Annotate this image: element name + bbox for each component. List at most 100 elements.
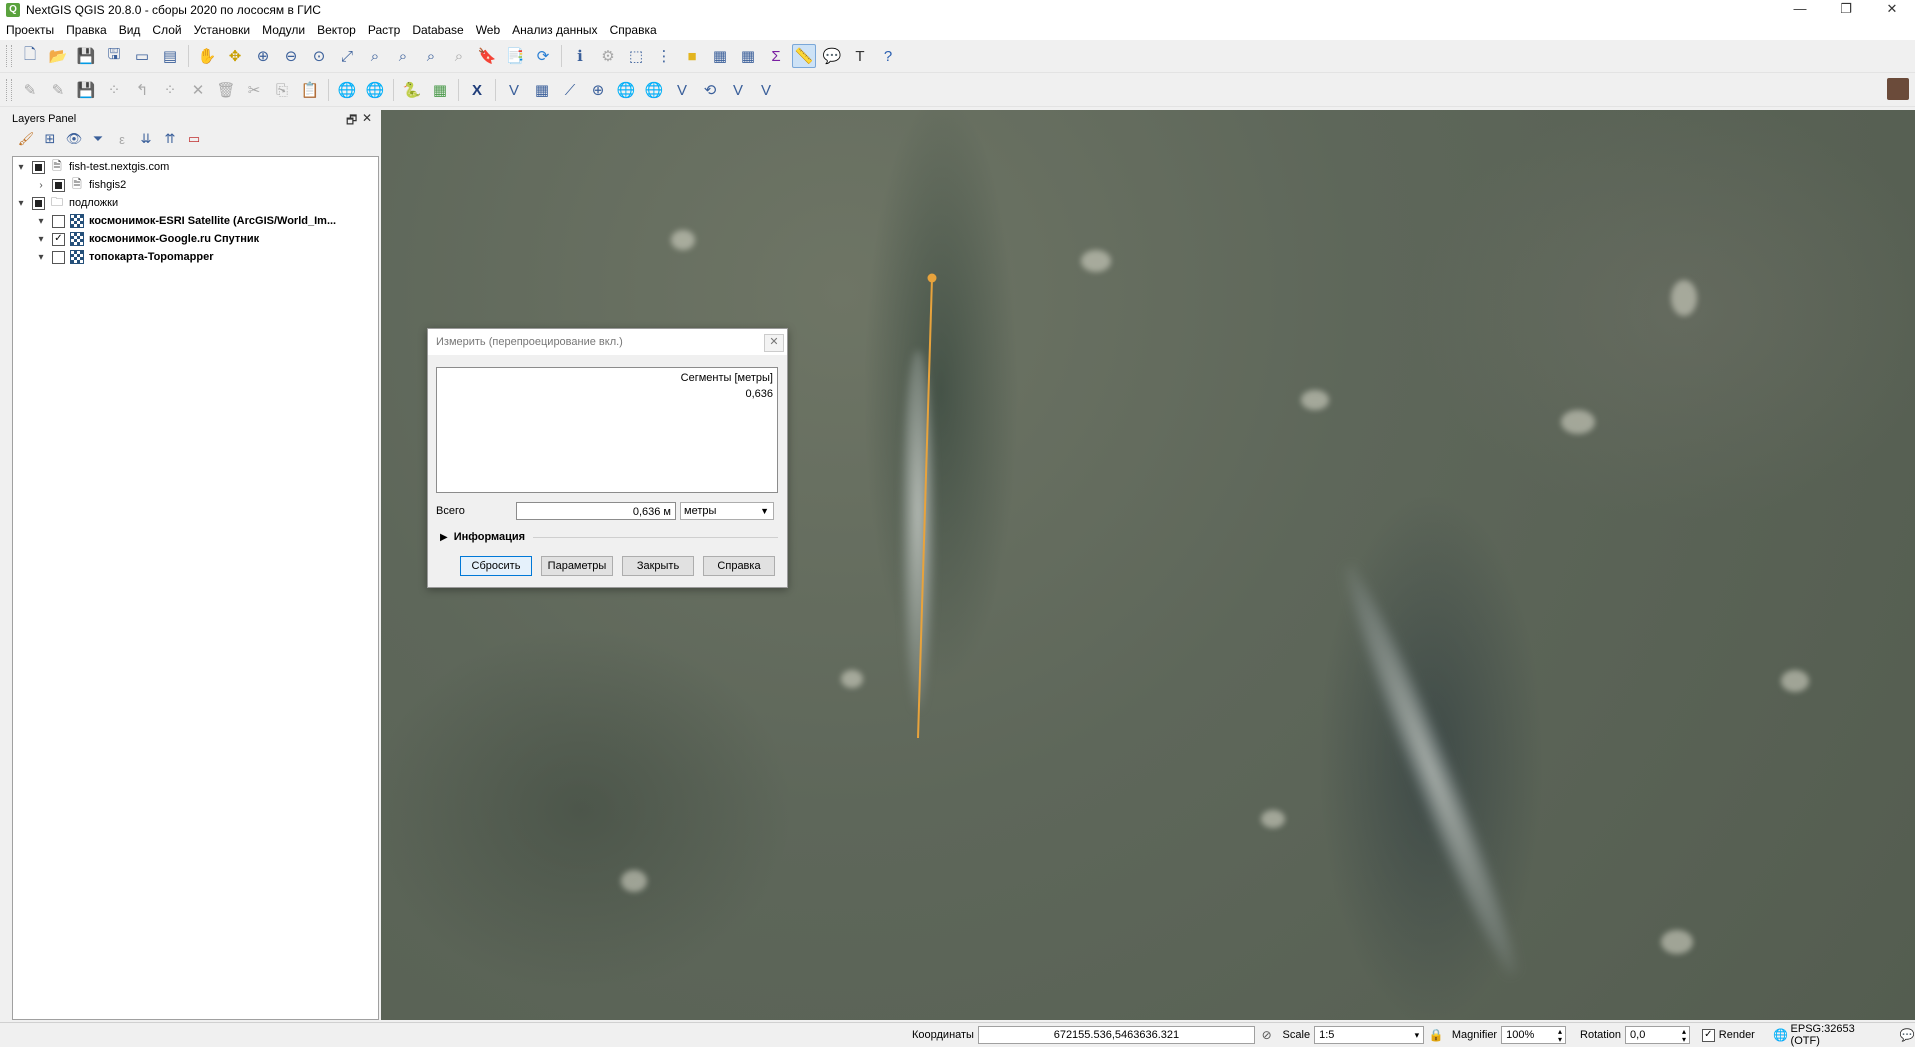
identify-icon[interactable]: ℹ	[568, 44, 592, 68]
current-edits-icon[interactable]: ✎	[46, 78, 70, 102]
copy-features-icon[interactable]: ⎘	[270, 78, 294, 102]
add-group-icon[interactable]: ⊞	[40, 129, 60, 149]
statistics-sigma-icon[interactable]: Σ	[764, 44, 788, 68]
menu-projects[interactable]: Проекты	[0, 20, 60, 40]
close-x-icon[interactable]: X	[465, 78, 489, 102]
attribute-table-icon[interactable]: ▦	[708, 44, 732, 68]
toggle-editing-icon[interactable]: ✎	[18, 78, 42, 102]
spin-arrows-icon[interactable]: ▴ ▾	[1558, 1028, 1562, 1044]
layer-checkbox[interactable]: ✓	[52, 232, 65, 246]
layout-manager-icon[interactable]: ▤	[158, 44, 182, 68]
toolbar-grip[interactable]	[6, 45, 12, 67]
digitize-line-icon[interactable]: ⟋	[558, 78, 582, 102]
crs-globe-icon[interactable]: 🌐	[1773, 1028, 1789, 1042]
add-wms-icon[interactable]: 🌐	[335, 78, 359, 102]
minimize-button[interactable]: —	[1777, 0, 1823, 20]
add-feature-icon[interactable]: ⁘	[102, 78, 126, 102]
render-checkbox[interactable]: ✓	[1701, 1028, 1715, 1042]
python-console-icon[interactable]: 🐍	[400, 78, 424, 102]
pan-hand-icon[interactable]: ✋	[195, 44, 219, 68]
menu-view[interactable]: Вид	[113, 20, 147, 40]
expand-arrow-icon[interactable]: ▾	[15, 162, 27, 173]
layer-checkbox[interactable]	[52, 250, 65, 264]
close-window-button[interactable]: ✕	[1869, 0, 1915, 20]
save-as-icon[interactable]: 🖫	[102, 44, 126, 68]
messages-icon[interactable]: 💬	[1899, 1028, 1915, 1042]
units-select[interactable]: метры ▼	[680, 502, 774, 520]
new-print-layout-icon[interactable]: ▭	[130, 44, 154, 68]
expand-arrow-icon[interactable]: ▾	[15, 198, 27, 209]
zoom-native-icon[interactable]: ⊙	[307, 44, 331, 68]
menu-processing[interactable]: Анализ данных	[506, 20, 603, 40]
close-panel-icon[interactable]: ✕	[362, 111, 372, 125]
expand-all-icon[interactable]: ⇊	[136, 129, 156, 149]
segments-list[interactable]: Сегменты [метры] 0,636	[436, 367, 778, 493]
manage-map-themes-icon[interactable]: 👁	[64, 129, 84, 149]
toolbar-grip[interactable]	[6, 79, 12, 101]
filter-legend-icon[interactable]: ⏷	[88, 129, 108, 149]
zoom-full-icon[interactable]: ⤢	[335, 44, 359, 68]
add-layer-icon[interactable]: ⊕	[586, 78, 610, 102]
text-annotation-icon[interactable]: T	[848, 44, 872, 68]
zoom-selection-icon[interactable]: ⌕	[363, 44, 387, 68]
zoom-last-icon[interactable]: ⌕	[419, 44, 443, 68]
lock-scale-icon[interactable]: 🔒	[1428, 1028, 1444, 1042]
float-panel-icon[interactable]: 🗗	[346, 111, 357, 132]
save-project-icon[interactable]: 💾	[74, 44, 98, 68]
zoom-in-icon[interactable]: ⊕	[251, 44, 275, 68]
layer-tree-item[interactable]: ▾ ✓ космонимок-Google.ru Спутник	[35, 230, 259, 248]
menu-database[interactable]: Database	[406, 20, 469, 40]
layer-checkbox[interactable]	[52, 178, 65, 192]
expand-triangle-icon[interactable]: ▶	[440, 532, 448, 543]
pan-to-selection-icon[interactable]: ✥	[223, 44, 247, 68]
layer-tree-item[interactable]: ▾ топокарта-Topomapper	[35, 248, 214, 266]
measure-line-icon[interactable]: 📏	[792, 44, 816, 68]
menu-vector[interactable]: Вектор	[311, 20, 362, 40]
new-bookmark-icon[interactable]: 🔖	[475, 44, 499, 68]
zoom-layer-icon[interactable]: ⌕	[391, 44, 415, 68]
coords-field[interactable]: 672155.536,5463636.321	[977, 1026, 1255, 1044]
cut-features-icon[interactable]: ✂	[242, 78, 266, 102]
vector-tools-icon[interactable]: V	[754, 78, 778, 102]
layer-checkbox[interactable]	[32, 196, 45, 210]
add-wfs-icon[interactable]: 🌐	[363, 78, 387, 102]
action-icon[interactable]: ⚙	[596, 44, 620, 68]
parameters-button[interactable]: Параметры	[541, 556, 613, 576]
field-calculator-icon[interactable]: ▦	[736, 44, 760, 68]
vector-check-icon[interactable]: V	[670, 78, 694, 102]
dialog-close-button[interactable]: ✕	[764, 334, 784, 352]
vertex-tool-icon[interactable]: ⁘	[158, 78, 182, 102]
info-section[interactable]: ▶ Информация	[440, 529, 778, 545]
zoom-out-icon[interactable]: ⊖	[279, 44, 303, 68]
globe-icon[interactable]: 🌐	[614, 78, 638, 102]
save-edits-icon[interactable]: 💾	[74, 78, 98, 102]
layer-checkbox[interactable]	[52, 214, 65, 228]
layer-tree-item[interactable]: ▾ 🗀 подложки	[15, 194, 118, 212]
show-bookmarks-icon[interactable]: 📑	[503, 44, 527, 68]
select-by-value-icon[interactable]: ⋮	[652, 44, 676, 68]
layer-tree-item[interactable]: › 🗎 fishgis2	[35, 176, 126, 194]
layer-tree-item[interactable]: ▾ космонимок-ESRI Satellite (ArcGIS/Worl…	[35, 212, 336, 230]
new-vector-icon[interactable]: V	[502, 78, 526, 102]
menu-web[interactable]: Web	[470, 20, 506, 40]
reset-button[interactable]: Сбросить	[460, 556, 532, 576]
scale-combo[interactable]: 1:5 ▾	[1314, 1026, 1425, 1044]
expand-arrow-icon[interactable]: ▾	[35, 252, 47, 263]
help-button[interactable]: Справка	[703, 556, 775, 576]
crs-label[interactable]: EPSG:32653 (OTF)	[1791, 1023, 1886, 1047]
spin-arrows-icon[interactable]: ▴ ▾	[1682, 1028, 1686, 1044]
collapse-arrow-icon[interactable]: ›	[35, 180, 47, 191]
connect-icon[interactable]: ⟲	[698, 78, 722, 102]
menu-edit[interactable]: Правка	[60, 20, 113, 40]
expand-arrow-icon[interactable]: ▾	[35, 234, 47, 245]
modify-attributes-icon[interactable]: ✕	[186, 78, 210, 102]
rotation-spinbox[interactable]: 0,0 ▴ ▾	[1625, 1026, 1690, 1044]
refresh-icon[interactable]: ⟳	[531, 44, 555, 68]
toggle-extents-icon[interactable]: ⊘	[1259, 1028, 1275, 1042]
total-field[interactable]: 0,636 м	[516, 502, 676, 520]
collapse-all-icon[interactable]: ⇈	[160, 129, 180, 149]
zoom-next-icon[interactable]: ⌕	[447, 44, 471, 68]
remove-layer-icon[interactable]: ▭	[184, 129, 204, 149]
expand-arrow-icon[interactable]: ▾	[35, 216, 47, 227]
layer-checkbox[interactable]	[32, 160, 45, 174]
